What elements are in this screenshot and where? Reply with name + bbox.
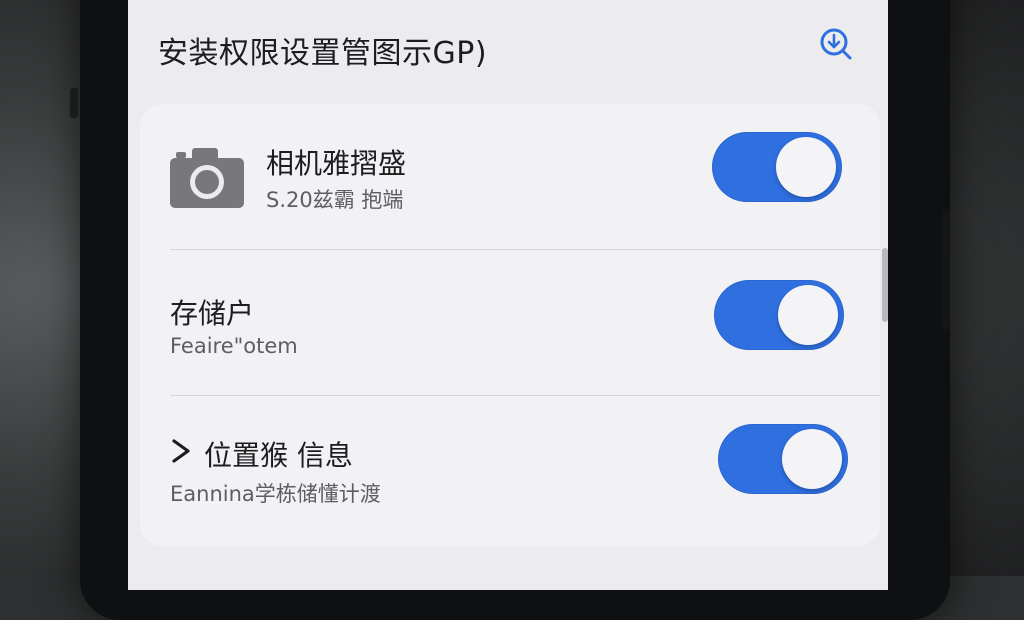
- permission-subtitle: S.20兹霸 抱端: [266, 184, 403, 214]
- toggle-knob: [782, 429, 842, 489]
- camera-permission-toggle[interactable]: [712, 132, 842, 202]
- settings-header: 安装权限设置管图示GP): [128, 0, 888, 100]
- permission-title: 位置猴 信息: [204, 434, 353, 474]
- permission-row-storage[interactable]: 存储户 Feaire"otem: [140, 250, 880, 396]
- permission-row-camera[interactable]: 相机雅摺盛 S.20兹霸 抱端: [140, 104, 880, 250]
- permission-title: 相机雅摺盛: [266, 142, 406, 182]
- permission-row-location[interactable]: 位置猴 信息 Eannina学栋储懂计渡: [140, 396, 880, 542]
- chevron-right-icon: [170, 436, 194, 473]
- permissions-card: 相机雅摺盛 S.20兹霸 抱端 存储户 Feaire"otem 位置猴 信息: [140, 104, 880, 546]
- phone-screen: 安装权限设置管图示GP) 相机雅摺盛 S.20: [128, 0, 888, 590]
- permission-subtitle: Feaire"otem: [170, 334, 298, 358]
- toggle-knob: [776, 137, 836, 197]
- page-title: 安装权限设置管图示GP): [158, 28, 487, 72]
- scrollbar[interactable]: [882, 248, 888, 322]
- toggle-knob: [778, 285, 838, 345]
- storage-permission-toggle[interactable]: [714, 280, 844, 350]
- location-permission-toggle[interactable]: [718, 424, 848, 494]
- camera-icon: [170, 146, 244, 208]
- phone-side-button-left: [70, 88, 78, 118]
- download-search-icon: [818, 26, 854, 62]
- permission-subtitle: Eannina学栋储懂计渡: [170, 478, 381, 508]
- phone-side-button-right: [942, 210, 950, 330]
- header-action-button[interactable]: [816, 24, 856, 64]
- permission-title: 存储户: [170, 292, 254, 332]
